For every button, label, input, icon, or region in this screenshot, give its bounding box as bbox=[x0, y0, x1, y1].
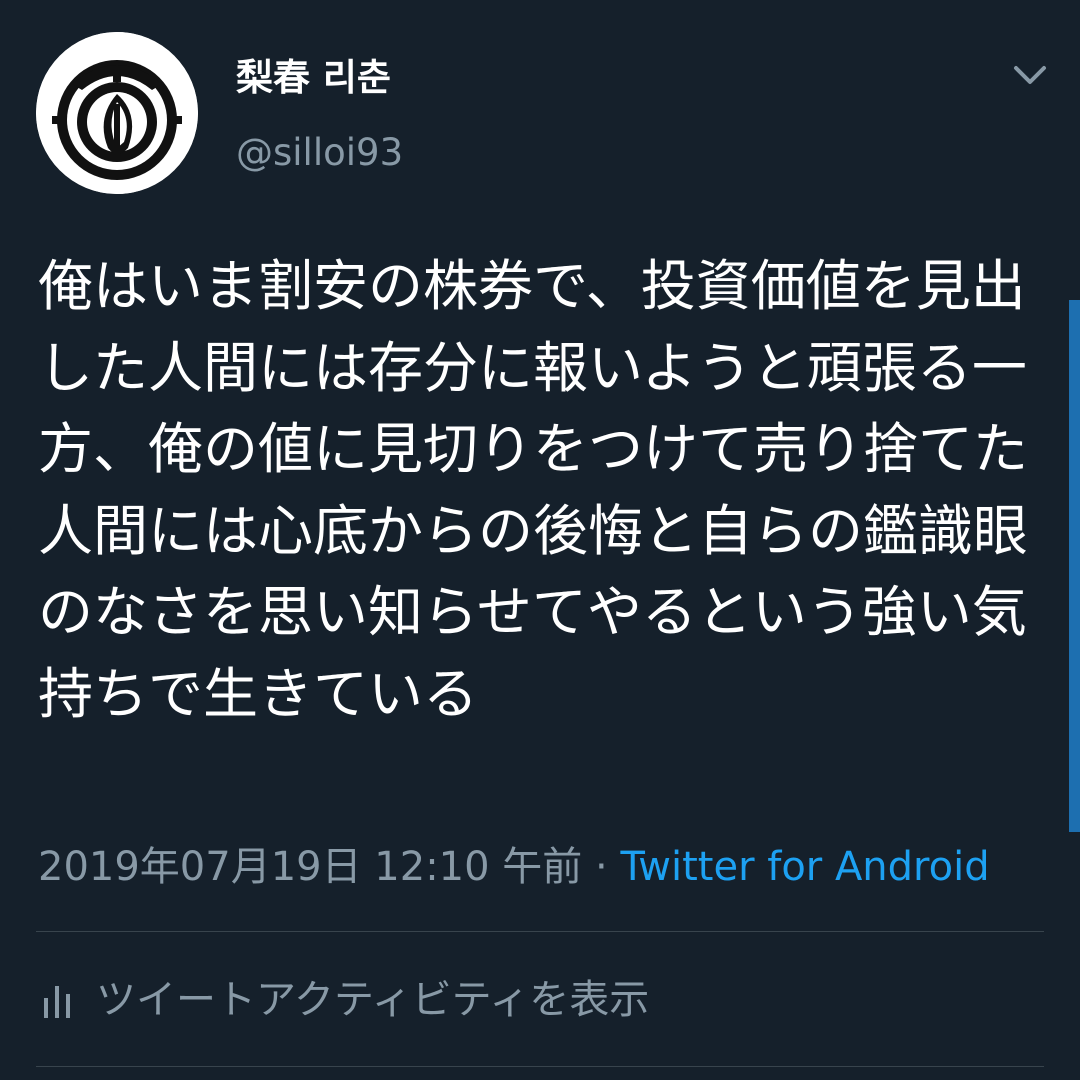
divider bbox=[36, 1066, 1044, 1067]
tweet-timestamp: 2019年07月19日 12:10 午前 bbox=[38, 844, 583, 890]
logo-avatar-icon bbox=[36, 32, 198, 194]
scrollbar[interactable] bbox=[1069, 300, 1080, 832]
bar-chart-icon bbox=[40, 980, 74, 1020]
tweet-detail-screen: 梨春 리춘 @silloi93 俺はいま割安の株券で、投資価値を見出した人間には… bbox=[0, 0, 1080, 1080]
user-handle[interactable]: @silloi93 bbox=[236, 128, 403, 178]
chevron-down-icon[interactable] bbox=[1006, 56, 1054, 96]
tweet-meta: 2019年07月19日 12:10 午前 · Twitter for Andro… bbox=[38, 838, 990, 896]
meta-separator: · bbox=[582, 844, 621, 890]
display-name[interactable]: 梨春 리춘 bbox=[236, 50, 391, 106]
view-tweet-activity-label: ツイートアクティビティを表示 bbox=[96, 977, 650, 1023]
view-tweet-activity-button[interactable]: ツイートアクティビティを表示 bbox=[40, 968, 649, 1032]
avatar[interactable] bbox=[36, 32, 198, 194]
tweet-text: 俺はいま割安の株券で、投資価値を見出した人間には存分に報いようと頑張る一方、俺の… bbox=[38, 254, 1029, 726]
divider bbox=[36, 931, 1044, 932]
tweet-source-link[interactable]: Twitter for Android bbox=[620, 844, 989, 890]
